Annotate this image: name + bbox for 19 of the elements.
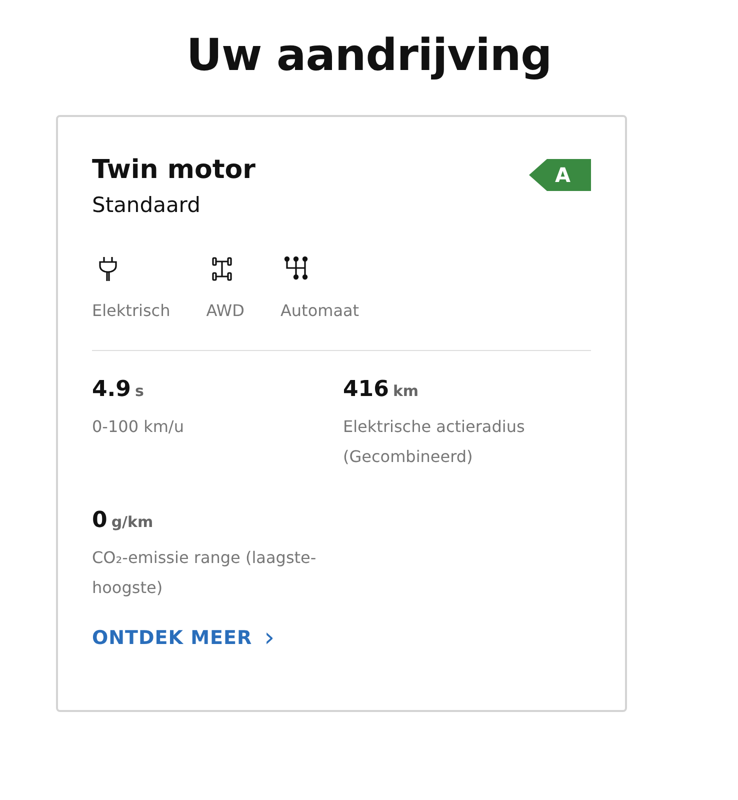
stat-label: 0-100 km/u <box>92 416 185 438</box>
stat-label: CO₂-emissie range (laagste- hoogste) <box>92 547 318 599</box>
axle-icon <box>210 255 234 283</box>
stat-label: Elektrische actieradius (Gecombineerd) <box>343 416 526 468</box>
stat-value: 4.9 <box>92 377 131 402</box>
stat-unit: km <box>392 382 419 400</box>
stat-unit: s <box>134 382 144 400</box>
plug-icon <box>96 255 120 283</box>
page-heading: Uw aandrijving <box>186 30 552 81</box>
discover-more-link[interactable]: ONTDEK MEER › <box>92 625 276 651</box>
stat-value: 416 <box>343 377 389 402</box>
feature-label: Elektrisch <box>92 301 170 320</box>
feature-label: AWD <box>206 301 244 320</box>
card-subtitle: Standaard <box>92 193 202 217</box>
stat-value: 0 <box>92 508 108 533</box>
stat-unit: g/km <box>111 513 154 531</box>
energy-label: A <box>529 159 591 191</box>
feature-label: Automaat <box>280 301 360 320</box>
card-title: Twin motor <box>92 155 256 185</box>
